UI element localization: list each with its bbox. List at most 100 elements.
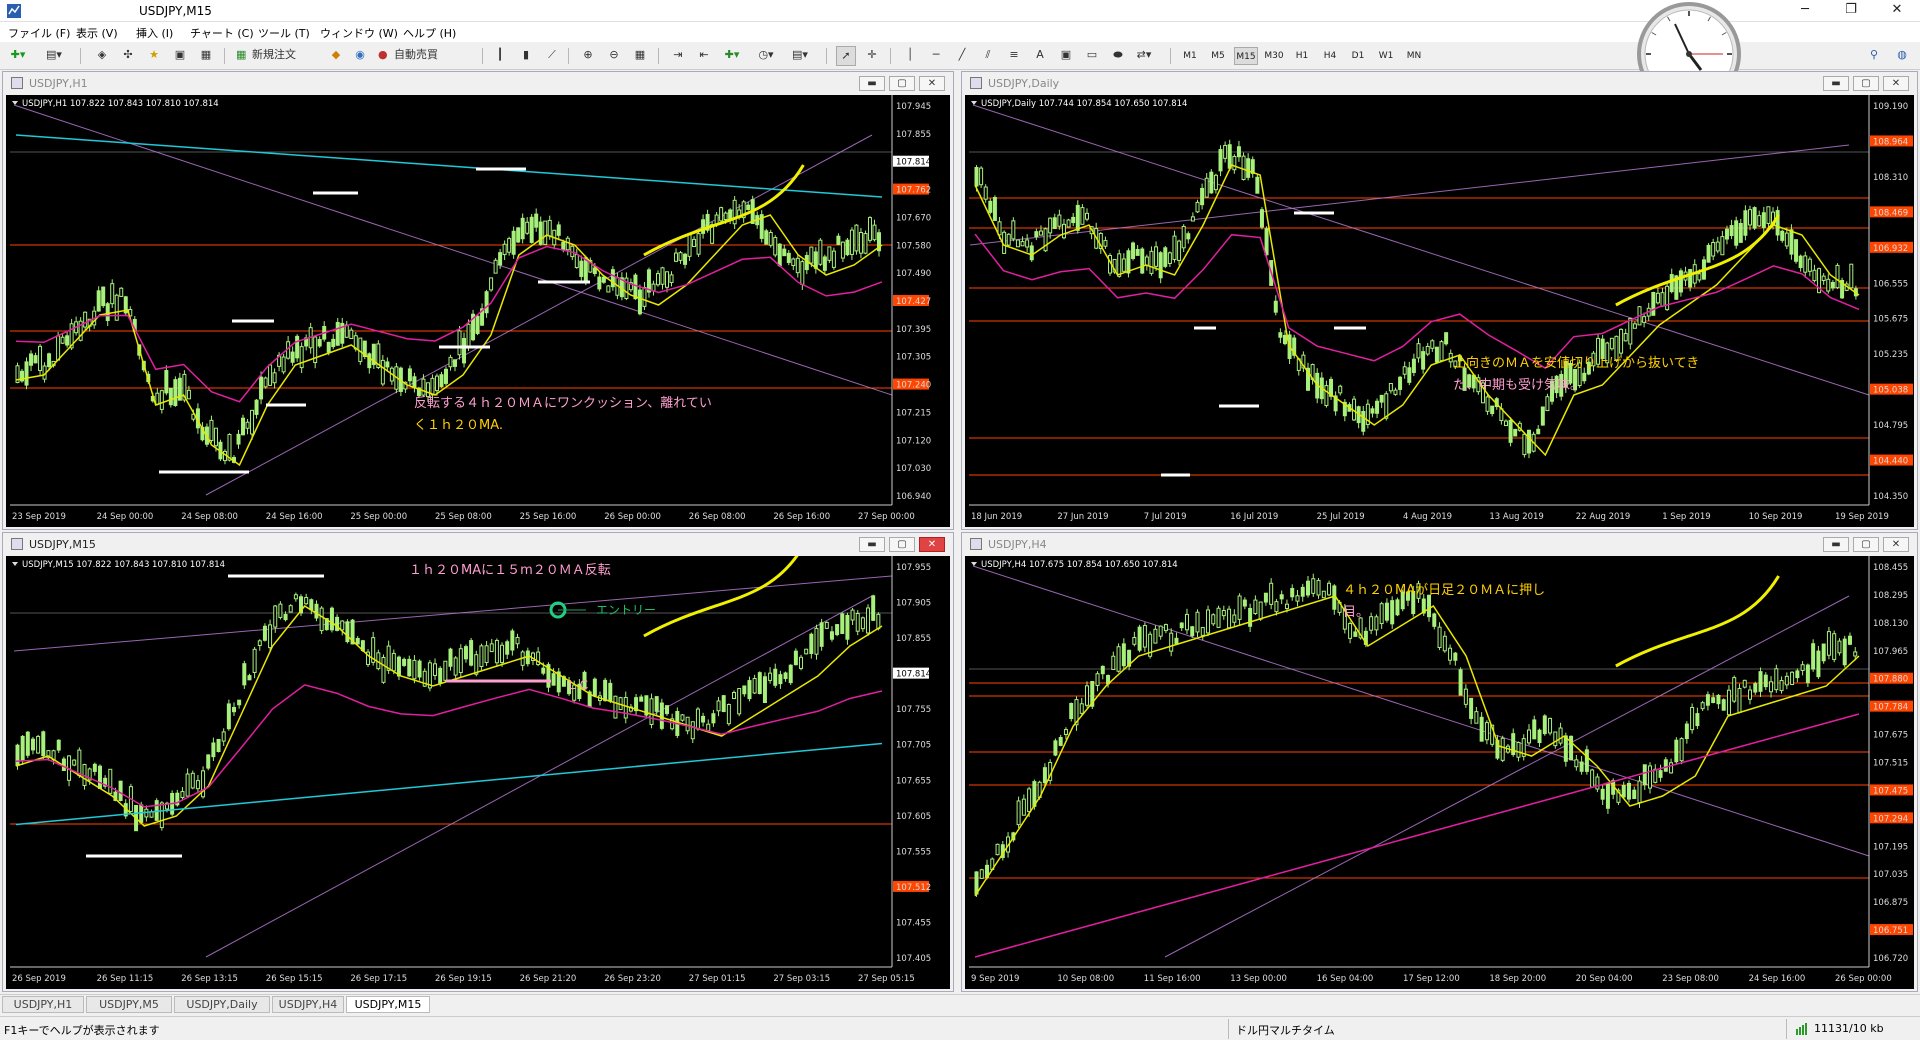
tester-icon[interactable]: ▦ xyxy=(196,46,216,66)
community-icon[interactable]: ◍ xyxy=(1892,46,1912,66)
zoom-in-icon[interactable]: ⊕ xyxy=(578,46,598,66)
tf-m1[interactable]: M1 xyxy=(1178,47,1202,65)
candle-body xyxy=(633,274,638,300)
menu-view[interactable]: 表示 (V) xyxy=(76,25,118,41)
tf-d1[interactable]: D1 xyxy=(1346,47,1370,65)
tf-m15[interactable]: M15 xyxy=(1234,47,1258,65)
chart-close-button[interactable]: ✕ xyxy=(919,76,945,91)
new-chart-icon[interactable]: ✚▾ xyxy=(8,46,28,66)
candle-body xyxy=(349,329,354,340)
search-icon[interactable]: ⚲ xyxy=(1864,46,1884,66)
chart-maximize-button[interactable]: ▢ xyxy=(889,537,915,552)
terminal-icon[interactable]: ▣ xyxy=(170,46,190,66)
crosshair-icon[interactable]: ✛ xyxy=(862,46,882,66)
templates-icon[interactable]: ▤▾ xyxy=(790,46,810,66)
tile-windows-icon[interactable]: ▦ xyxy=(630,46,650,66)
chart-maximize-button[interactable]: ▢ xyxy=(1853,76,1879,91)
candle-body xyxy=(574,254,579,268)
zoom-out-icon[interactable]: ⊖ xyxy=(604,46,624,66)
tf-mn[interactable]: MN xyxy=(1402,47,1426,65)
tf-h1[interactable]: H1 xyxy=(1290,47,1314,65)
candle-body xyxy=(1206,609,1211,634)
chart-close-button[interactable]: ✕ xyxy=(919,537,945,552)
label-icon[interactable]: ▣ xyxy=(1056,46,1076,66)
price-tick-label: 107.555 xyxy=(896,847,931,857)
chart-canvas[interactable]: 109.190 108.964 108.310 108.469 106.932 106.5… xyxy=(965,95,1914,527)
horizontal-line-icon[interactable]: ─ xyxy=(926,46,946,66)
candle-body xyxy=(1663,759,1668,772)
indicators-icon[interactable]: ✚▾ xyxy=(722,46,742,66)
bar-chart-icon[interactable]: ┃ xyxy=(490,46,510,66)
tab-usdjpy-h1[interactable]: USDJPY,H1 xyxy=(2,996,84,1013)
profiles-icon[interactable]: ▤▾ xyxy=(44,46,64,66)
time-tick-label: 27 Sep 03:15 xyxy=(773,974,830,984)
close-button[interactable]: ✕ xyxy=(1874,0,1920,22)
maximize-button[interactable]: ❐ xyxy=(1828,0,1874,22)
chart-close-button[interactable]: ✕ xyxy=(1883,537,1909,552)
arrows-icon[interactable]: ⇄▾ xyxy=(1134,46,1154,66)
data-window-icon[interactable]: ✣ xyxy=(118,46,138,66)
menu-help[interactable]: ヘルプ (H) xyxy=(403,25,456,41)
chart-minimize-button[interactable]: ▬ xyxy=(859,537,885,552)
signals-icon[interactable]: ◉ xyxy=(350,46,370,66)
candle-body xyxy=(1729,225,1734,237)
new-order-button[interactable]: ▦ 新規注文 xyxy=(234,46,324,66)
tf-m30[interactable]: M30 xyxy=(1262,47,1286,65)
auto-scroll-icon[interactable]: ⇥ xyxy=(668,46,688,66)
new-order-label: 新規注文 xyxy=(252,48,296,61)
candle-body xyxy=(1811,643,1816,670)
auto-trading-button[interactable]: ● 自動売買 xyxy=(376,46,466,66)
tf-w1[interactable]: W1 xyxy=(1374,47,1398,65)
chart-minimize-button[interactable]: ▬ xyxy=(1823,76,1849,91)
tf-h4[interactable]: H4 xyxy=(1318,47,1342,65)
menu-window[interactable]: ウィンドウ (W) xyxy=(320,25,398,41)
meta-editor-icon[interactable]: ◆ xyxy=(326,46,346,66)
candle-body xyxy=(800,261,805,285)
price-tick-label: 107.240 xyxy=(896,381,931,391)
ellipse-icon[interactable]: ⬬ xyxy=(1108,46,1128,66)
chart-minimize-button[interactable]: ▬ xyxy=(859,76,885,91)
navigator-icon[interactable]: ★ xyxy=(144,46,164,66)
menu-file[interactable]: ファイル (F) xyxy=(8,25,70,41)
time-tick-label: 26 Sep 16:00 xyxy=(773,512,830,522)
candle-body xyxy=(1149,250,1154,274)
menu-chart[interactable]: チャート (C) xyxy=(190,25,254,41)
price-tick-label: 107.512 xyxy=(896,883,931,893)
chart-canvas[interactable]: 108.455 108.295 108.130 107.965 107.880 107.7… xyxy=(965,556,1914,989)
line-chart-icon[interactable]: ⟋ xyxy=(542,46,562,66)
chart-window-h1[interactable]: USDJPY,H1 ▬ ▢ ✕ 107.945 107.855 107.814 107… xyxy=(2,71,954,530)
rectangle-icon[interactable]: ▭ xyxy=(1082,46,1102,66)
chart-maximize-button[interactable]: ▢ xyxy=(1853,537,1879,552)
candle-body xyxy=(1052,217,1057,230)
chart-minimize-button[interactable]: ▬ xyxy=(1823,537,1849,552)
periods-icon[interactable]: ◷▾ xyxy=(756,46,776,66)
cursor-icon[interactable]: ➚ xyxy=(836,46,856,66)
minimize-button[interactable]: ─ xyxy=(1782,0,1828,22)
candle-body xyxy=(96,290,101,312)
chart-window-h4[interactable]: USDJPY,H4 ▬ ▢ ✕ 108.455 108.295 108.130 107… xyxy=(961,532,1918,992)
candle-chart-icon[interactable]: ▮ xyxy=(516,46,536,66)
chart-window-m15[interactable]: USDJPY,M15 ▬ ▢ ✕ 107.955 107.905 107.855 10… xyxy=(2,532,954,992)
tab-usdjpy-m5[interactable]: USDJPY,M5 xyxy=(86,996,172,1013)
tab-usdjpy-h4[interactable]: USDJPY,H4 xyxy=(272,996,344,1013)
tab-usdjpy-m15[interactable]: USDJPY,M15 xyxy=(346,996,430,1013)
text-icon[interactable]: A xyxy=(1030,46,1050,66)
fibonacci-icon[interactable]: ≡ xyxy=(1004,46,1024,66)
chart-maximize-button[interactable]: ▢ xyxy=(889,76,915,91)
chart-canvas[interactable]: 107.955 107.905 107.855 107.814 107.755 107.7… xyxy=(6,556,950,989)
vertical-line-icon[interactable]: │ xyxy=(900,46,920,66)
chart-shift-icon[interactable]: ⇤ xyxy=(694,46,714,66)
trendline-icon[interactable]: ╱ xyxy=(952,46,972,66)
time-tick-label: 26 Sep 21:20 xyxy=(520,974,577,984)
candle-body xyxy=(475,315,480,334)
candle-body xyxy=(1211,614,1216,625)
chart-window-daily[interactable]: USDJPY,Daily ▬ ▢ ✕ 109.190 108.964 108.310… xyxy=(961,71,1918,530)
chart-canvas[interactable]: 107.945 107.855 107.814 107.762 107.670 107.5… xyxy=(6,95,950,527)
channel-icon[interactable]: ⫽ xyxy=(978,46,998,66)
tf-m5[interactable]: M5 xyxy=(1206,47,1230,65)
market-watch-icon[interactable]: ◈ xyxy=(92,46,112,66)
chart-close-button[interactable]: ✕ xyxy=(1883,76,1909,91)
tab-usdjpy-daily[interactable]: USDJPY,Daily xyxy=(174,996,270,1013)
menu-tools[interactable]: ツール (T) xyxy=(258,25,310,41)
menu-insert[interactable]: 挿入 (I) xyxy=(136,25,173,41)
